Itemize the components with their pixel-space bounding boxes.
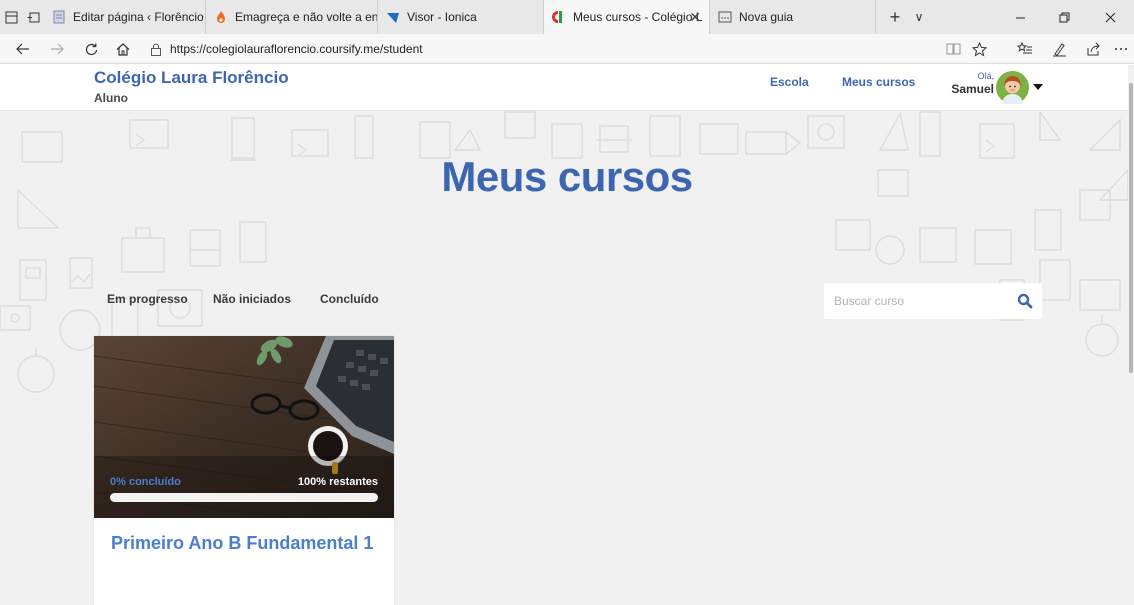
ionica-icon bbox=[387, 13, 399, 23]
tab-concluido[interactable]: Concluído bbox=[320, 292, 379, 306]
restore-icon[interactable] bbox=[1042, 0, 1086, 34]
search-box bbox=[824, 283, 1042, 319]
course-progress-bar bbox=[110, 493, 378, 502]
browser-tab-visor[interactable]: Visor - Ionica bbox=[378, 0, 544, 34]
greeting-label: Olá, bbox=[977, 71, 994, 81]
document-icon bbox=[53, 10, 65, 24]
coursify-icon bbox=[552, 11, 562, 23]
new-tab-button[interactable]: + bbox=[882, 0, 908, 34]
home-icon[interactable] bbox=[110, 34, 136, 64]
school-name-link[interactable]: Colégio Laura Florêncio bbox=[94, 68, 289, 88]
desk-photo-illustration bbox=[94, 336, 394, 518]
nav-link-escola[interactable]: Escola bbox=[770, 75, 809, 89]
browser-tab-strip: Editar página ‹ Florêncio Sis Emagreça e… bbox=[0, 0, 1134, 34]
site-header: Colégio Laura Florêncio Aluno Escola Meu… bbox=[0, 65, 1128, 111]
favorite-star-icon[interactable] bbox=[966, 34, 992, 64]
forward-arrow-icon[interactable] bbox=[44, 34, 70, 64]
page-viewport: Colégio Laura Florêncio Aluno Escola Meu… bbox=[0, 65, 1134, 605]
progress-completed-label: 0% concluído bbox=[110, 476, 181, 488]
user-menu-chevron-down-icon[interactable] bbox=[1033, 84, 1043, 90]
close-tab-icon[interactable]: ✕ bbox=[689, 9, 701, 26]
url-text: https://colegiolauraflorencio.coursify.m… bbox=[170, 42, 423, 56]
browser-tab-nova-guia[interactable]: Nova guia bbox=[710, 0, 876, 34]
user-name-label[interactable]: Samuel bbox=[946, 82, 994, 96]
tab-nao-iniciados[interactable]: Não iniciados bbox=[213, 292, 291, 306]
browser-address-bar: https://colegiolauraflorencio.coursify.m… bbox=[0, 34, 1134, 64]
nav-link-meus-cursos[interactable]: Meus cursos bbox=[842, 75, 915, 89]
set-aside-tabs-icon[interactable] bbox=[22, 0, 44, 34]
tab-label: Meus cursos - Colégio L bbox=[573, 10, 703, 24]
browser-tab-editar[interactable]: Editar página ‹ Florêncio Sis bbox=[44, 0, 206, 34]
pen-notes-icon[interactable] bbox=[1046, 34, 1072, 64]
tab-label: Nova guia bbox=[739, 10, 794, 24]
lock-icon bbox=[151, 43, 161, 56]
course-title[interactable]: Primeiro Ano B Fundamental 1 bbox=[111, 533, 381, 553]
tab-list-chevron-icon[interactable]: ∨ bbox=[908, 0, 930, 34]
tab-em-progresso[interactable]: Em progresso bbox=[107, 292, 188, 306]
more-options-icon[interactable] bbox=[1108, 34, 1134, 64]
reading-view-icon[interactable] bbox=[940, 34, 966, 64]
search-icon[interactable] bbox=[1017, 293, 1033, 309]
page-scrollbar[interactable] bbox=[1128, 65, 1134, 605]
browser-tab-meus-cursos[interactable]: Meus cursos - Colégio L ✕ bbox=[544, 0, 710, 34]
avatar[interactable] bbox=[996, 71, 1029, 104]
share-icon[interactable] bbox=[1080, 34, 1106, 64]
tab-actions-icon[interactable] bbox=[0, 0, 22, 34]
page-title: Meus cursos bbox=[441, 153, 693, 200]
refresh-icon[interactable] bbox=[78, 34, 104, 64]
url-field[interactable]: https://colegiolauraflorencio.coursify.m… bbox=[150, 38, 936, 60]
search-input[interactable] bbox=[834, 292, 1004, 310]
user-role-label: Aluno bbox=[94, 91, 128, 105]
favorites-list-icon[interactable] bbox=[1012, 34, 1038, 64]
course-card[interactable]: 0% concluído 100% restantes Primeiro Ano… bbox=[94, 336, 394, 605]
flame-icon bbox=[217, 11, 225, 23]
browser-tab-emagreca[interactable]: Emagreça e não volte a eng bbox=[206, 0, 378, 34]
progress-remaining-label: 100% restantes bbox=[297, 476, 378, 488]
tab-label: Visor - Ionica bbox=[407, 10, 477, 24]
back-arrow-icon[interactable] bbox=[10, 34, 36, 64]
tab-label: Emagreça e não volte a eng bbox=[235, 10, 378, 24]
scrollbar-thumb[interactable] bbox=[1129, 83, 1133, 373]
newtab-icon bbox=[718, 11, 732, 23]
tab-label: Editar página ‹ Florêncio Sis bbox=[73, 10, 205, 24]
close-window-icon[interactable] bbox=[1088, 0, 1132, 34]
minimize-icon[interactable] bbox=[998, 0, 1042, 34]
course-cover-image[interactable]: 0% concluído 100% restantes bbox=[94, 336, 394, 518]
